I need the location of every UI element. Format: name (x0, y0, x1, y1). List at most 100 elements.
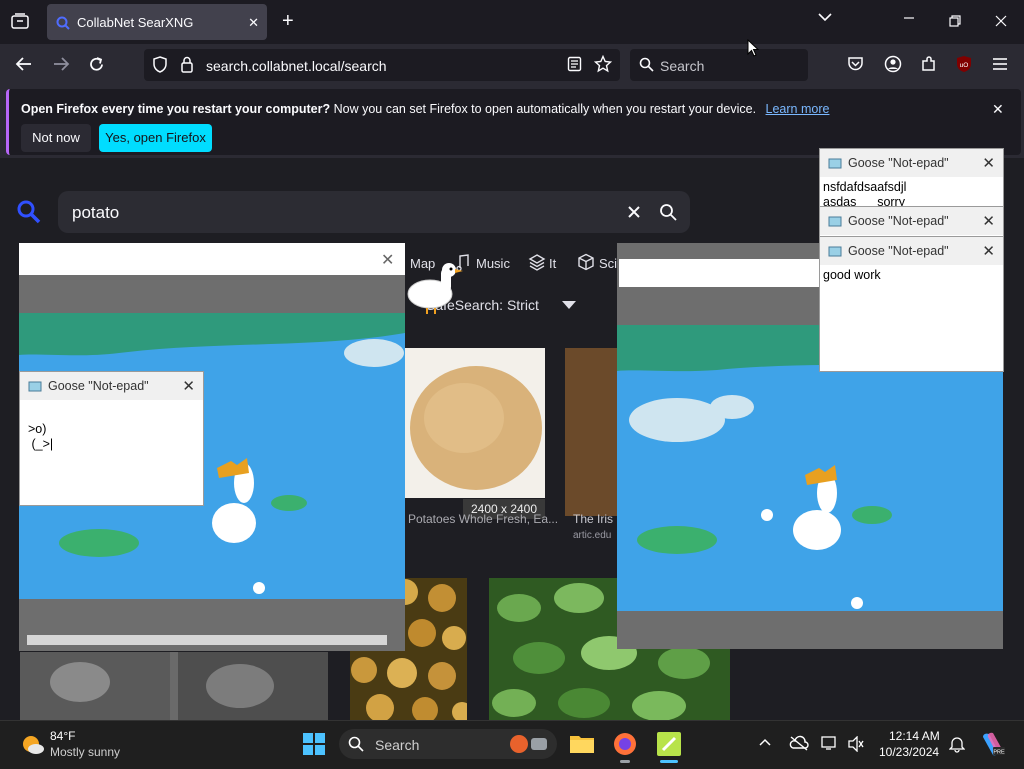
window-titlebar[interactable] (19, 243, 405, 275)
svg-text:uO: uO (960, 62, 969, 69)
query-text[interactable]: potato (72, 203, 119, 223)
search-bar[interactable] (630, 49, 808, 81)
notification-body-text: Now you can set Firefox to open automati… (333, 102, 757, 116)
searxng-favicon-icon (56, 16, 70, 30)
notification-bold-text: Open Firefox every time you restart your… (21, 102, 331, 116)
onedrive-icon[interactable] (789, 735, 809, 751)
weather-sun-icon[interactable] (19, 731, 45, 757)
desktop-goose-app-icon[interactable] (656, 731, 682, 757)
chevron-down-icon[interactable] (562, 301, 576, 310)
category-it-tab[interactable]: It (549, 256, 556, 271)
shield-icon[interactable] (152, 56, 168, 73)
pocket-icon[interactable] (847, 56, 864, 72)
ublock-origin-icon[interactable]: uO (955, 55, 973, 73)
close-icon[interactable]: ✕ (982, 154, 995, 172)
copilot-icon[interactable]: PRE (980, 731, 1006, 757)
forward-icon[interactable] (52, 56, 70, 72)
svg-text:PRE: PRE (993, 750, 1005, 756)
reload-icon[interactable] (88, 56, 105, 73)
category-music-tab[interactable]: Music (476, 256, 510, 271)
window-titlebar[interactable]: Goose "Not-epad" ✕ (820, 207, 1003, 235)
bookmark-star-icon[interactable] (594, 55, 612, 73)
mouse-cursor-icon (747, 39, 759, 57)
tab-collabnet-searxng[interactable]: CollabNet SearXNG ✕ (47, 4, 267, 40)
result-caption[interactable]: The Iris (573, 512, 613, 526)
window-title: Goose "Not-epad" (848, 244, 949, 258)
category-science-tab[interactable]: Sci (599, 256, 617, 271)
tab-strip: CollabNet SearXNG ✕ + (0, 0, 1024, 44)
taskbar-search-placeholder: Search (375, 737, 420, 753)
window-title: Goose "Not-epad" (848, 214, 949, 228)
query-input[interactable] (58, 191, 690, 233)
window-title: Goose "Not-epad" (48, 379, 149, 393)
notepad-text[interactable]: >o) (_>| (28, 422, 53, 452)
close-window-button[interactable] (995, 15, 1007, 27)
desktop-goose-icon (405, 262, 465, 314)
reader-view-icon[interactable] (567, 56, 582, 72)
list-all-tabs-icon[interactable] (818, 12, 832, 22)
weather-description[interactable]: Mostly sunny (50, 745, 120, 759)
goose-active-indicator (660, 760, 678, 763)
firefox-running-indicator (620, 760, 630, 763)
result-image-potato[interactable] (404, 348, 545, 498)
notification-bell-icon[interactable] (949, 735, 965, 753)
extensions-icon[interactable] (920, 55, 938, 73)
windows-start-icon[interactable] (302, 732, 326, 756)
tab-title: CollabNet SearXNG (77, 15, 194, 30)
notification-close-icon[interactable]: ✕ (992, 101, 1004, 118)
goose-notepad-window[interactable]: Goose "Not-epad" ✕ >o) (_>| (19, 371, 204, 506)
notification-message: Open Firefox every time you restart your… (21, 102, 829, 116)
result-image-wood[interactable] (565, 348, 617, 516)
lock-icon[interactable] (180, 56, 194, 73)
close-icon[interactable]: ✕ (982, 212, 995, 230)
notepad-icon (28, 379, 42, 393)
notepad-icon (828, 244, 842, 258)
close-icon[interactable]: ✕ (381, 250, 394, 270)
notepad-icon (828, 214, 842, 228)
learn-more-link[interactable]: Learn more (766, 102, 830, 116)
notepad-icon (828, 156, 842, 170)
url-text[interactable]: search.collabnet.local/search (206, 58, 387, 74)
chevron-up-icon[interactable] (759, 738, 771, 746)
close-icon[interactable]: ✕ (982, 242, 995, 260)
new-tab-button[interactable]: + (282, 10, 294, 33)
goose-notepad-window[interactable]: Goose "Not-epad" ✕ nsfdafdsaafsdjl asdas… (819, 148, 1004, 210)
window-scrollbar[interactable] (27, 635, 387, 645)
menu-hamburger-icon[interactable] (992, 57, 1008, 71)
searxng-logo-icon[interactable] (16, 199, 42, 225)
weather-temperature[interactable]: 84°F (50, 729, 75, 743)
search-icon (348, 736, 364, 752)
submit-search-icon[interactable] (659, 203, 677, 221)
window-titlebar[interactable]: Goose "Not-epad" ✕ (820, 237, 1003, 265)
window-title: Goose "Not-epad" (848, 156, 949, 170)
clock-time[interactable]: 12:14 AM (889, 729, 940, 743)
clear-query-icon[interactable] (627, 205, 641, 219)
close-icon[interactable]: ✕ (182, 377, 195, 395)
goose-notepad-window[interactable]: Goose "Not-epad" ✕ good work (819, 236, 1004, 372)
file-explorer-icon[interactable] (569, 732, 595, 754)
search-icon (639, 57, 654, 72)
yes-open-firefox-button[interactable]: Yes, open Firefox (99, 124, 212, 152)
result-source: artic.edu (573, 530, 612, 541)
minimize-button[interactable] (903, 12, 915, 24)
goose-notepad-window[interactable]: Goose "Not-epad" ✕ (819, 206, 1004, 238)
clock-date[interactable]: 10/23/2024 (879, 745, 939, 759)
network-icon[interactable] (821, 735, 839, 751)
volume-muted-icon[interactable] (848, 736, 864, 752)
tab-list-icon[interactable] (11, 13, 29, 29)
result-caption[interactable]: Potatoes Whole Fresh, Ea... (408, 512, 558, 526)
window-titlebar[interactable]: Goose "Not-epad" ✕ (20, 372, 203, 400)
science-cube-icon (577, 253, 595, 271)
restore-button[interactable] (949, 15, 961, 27)
account-icon[interactable] (884, 55, 902, 73)
window-titlebar[interactable]: Goose "Not-epad" ✕ (820, 149, 1003, 177)
notepad-text[interactable]: good work (823, 268, 881, 283)
result-image-bw[interactable] (20, 652, 328, 720)
search-bar-placeholder: Search (660, 58, 705, 74)
back-icon[interactable] (15, 56, 33, 72)
tab-close-icon[interactable]: ✕ (248, 15, 259, 31)
search-highlight-icon (509, 734, 551, 754)
layers-icon (528, 253, 546, 271)
not-now-button[interactable]: Not now (21, 124, 91, 152)
firefox-icon[interactable] (612, 731, 638, 757)
